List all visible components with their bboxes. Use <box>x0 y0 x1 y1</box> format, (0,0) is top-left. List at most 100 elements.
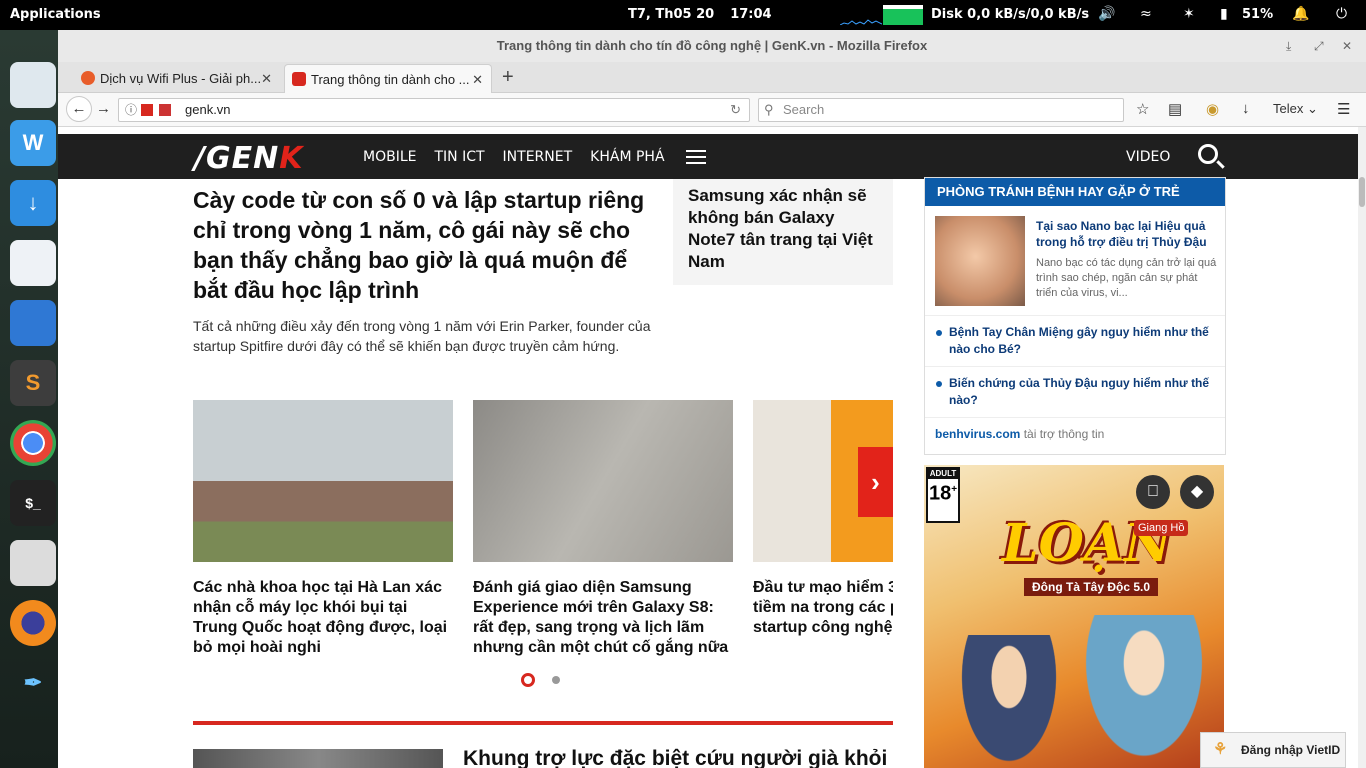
firefox-icon[interactable] <box>10 600 56 646</box>
close-tab-icon[interactable]: ✕ <box>472 65 483 93</box>
age-number: 18 <box>928 482 952 505</box>
main-nav: MOBILE TIN ICT INTERNET KHÁM PHÁ <box>363 149 683 165</box>
battery-icon[interactable]: ▮ <box>1220 6 1228 22</box>
sponsored-header: PHÒNG TRÁNH BỆNH HAY GẶP Ở TRẺ <box>925 178 1225 206</box>
addon-icon[interactable]: ◉ <box>1206 100 1219 118</box>
page-scrollbar[interactable] <box>1358 127 1366 768</box>
info-icon[interactable]: ⓘ <box>125 99 137 121</box>
page-viewport: /GENK MOBILE TIN ICT INTERNET KHÁM PHÁ V… <box>58 127 1366 768</box>
favicon-icon <box>292 72 306 86</box>
site-search-icon[interactable] <box>1198 144 1218 164</box>
apple-store-icon[interactable]:  <box>1136 475 1170 509</box>
side-article-title: Samsung xác nhận sẽ không bán Galaxy Not… <box>688 186 873 271</box>
baby-image <box>935 216 1025 306</box>
tracking-blocked-icon[interactable] <box>141 104 153 116</box>
download-manager-icon[interactable]: ↓ <box>10 180 56 226</box>
sponsored-featured[interactable]: Tại sao Nano bạc lại Hiệu quả trong hỗ t… <box>925 206 1225 316</box>
color-picker-icon[interactable]: ✒ <box>10 660 56 706</box>
bottom-article-image[interactable] <box>193 749 443 768</box>
nav-internet[interactable]: INTERNET <box>503 149 573 165</box>
back-icon[interactable]: ← <box>66 96 92 122</box>
hero-lady-image <box>1074 615 1214 768</box>
minimize-icon[interactable]: ⤓ <box>1286 30 1291 62</box>
scrollbar-thumb[interactable] <box>1359 177 1365 207</box>
bookmark-star-icon[interactable]: ☆ <box>1136 100 1149 118</box>
dock: W ↓ S $_ ✒ <box>0 30 58 768</box>
sublime-text-icon[interactable]: S <box>10 360 56 406</box>
tab-genk[interactable]: Trang thông tin dành cho ... ✕ <box>284 64 492 93</box>
carousel-card[interactable]: Các nhà khoa học tại Hà Lan xác nhận cỗ … <box>193 400 453 658</box>
reload-icon[interactable]: ↻ <box>730 99 741 121</box>
tab-wifi-plus[interactable]: Dịch vụ Wifi Plus - Giải ph... ✕ <box>74 64 280 93</box>
vietid-login-button[interactable]: Đăng nhập VietID <box>1200 732 1346 768</box>
volume-icon[interactable]: 🔊 <box>1098 6 1115 22</box>
site-header: /GENK MOBILE TIN ICT INTERNET KHÁM PHÁ V… <box>58 134 1358 179</box>
sponsored-footer: benhvirus.com tài trợ thông tin <box>925 418 1225 450</box>
settings-toggle-icon[interactable] <box>10 240 56 286</box>
adult-label: ADULT <box>928 469 958 479</box>
window-titlebar[interactable]: Trang thông tin dành cho tín đồ công ngh… <box>58 30 1366 62</box>
url-bar[interactable]: ⓘ genk.vn ↻ <box>118 98 750 122</box>
terminal-icon[interactable]: $_ <box>10 480 56 526</box>
sponsored-featured-title: Tại sao Nano bạc lại Hiệu quả trong hỗ t… <box>1036 219 1207 249</box>
downloads-icon[interactable]: ↓ <box>1242 100 1250 117</box>
game-banner-ad[interactable]: ADULT 18+  ◆ LOẠN Giang Hồ Đông Tà Tây … <box>924 465 1224 768</box>
mixed-content-icon[interactable] <box>159 104 171 116</box>
window-title: Trang thông tin dành cho tín đồ công ngh… <box>496 38 928 53</box>
search-icon: ⚲ <box>764 102 774 117</box>
nav-video[interactable]: VIDEO <box>1126 149 1170 165</box>
writer-icon[interactable]: W <box>10 120 56 166</box>
sponsored-featured-desc: Nano bạc có tác dụng cản trở lại quá trì… <box>1036 257 1217 299</box>
carousel-card[interactable]: Đánh giá giao diện Samsung Experience mớ… <box>473 400 733 658</box>
age-rating-badge: ADULT 18+ <box>926 467 960 523</box>
wifi-icon[interactable]: ≈ <box>1140 6 1152 22</box>
calendar-icon[interactable] <box>10 62 56 108</box>
nav-tin-ict[interactable]: TIN ICT <box>434 149 484 165</box>
bluetooth-icon[interactable]: ✶ <box>1183 6 1195 22</box>
date-label: T7, Th05 20 <box>628 7 715 22</box>
new-tab-icon[interactable]: + <box>502 66 514 89</box>
carousel-dot-active[interactable] <box>521 673 535 687</box>
tab-label: Dịch vụ Wifi Plus - Giải ph... <box>100 71 262 86</box>
network-graph-icon <box>840 19 882 25</box>
applications-menu[interactable]: Applications <box>10 7 101 22</box>
game-subtitle: Đông Tà Tây Độc 5.0 <box>1024 578 1159 596</box>
workspace-icon[interactable] <box>10 300 56 346</box>
side-article-card[interactable]: Samsung xác nhận sẽ không bán Galaxy Not… <box>673 179 893 285</box>
nav-mobile[interactable]: MOBILE <box>363 149 416 165</box>
lead-article-title[interactable]: Cày code từ con số 0 và lập startup riên… <box>193 185 653 305</box>
genk-logo[interactable]: /GENK <box>194 141 303 176</box>
vietid-label: Đăng nhập VietID <box>1241 743 1341 757</box>
system-top-bar: Applications T7, Th05 20 17:04 Disk 0,0 k… <box>0 0 1366 30</box>
android-icon[interactable]: ◆ <box>1180 475 1214 509</box>
forward-icon[interactable]: → <box>96 100 111 117</box>
sponsored-link[interactable]: Biến chứng của Thủy Đậu nguy hiểm như th… <box>925 367 1225 418</box>
disk-indicator: Disk 0,0 kB/s/0,0 kB/s <box>931 7 1090 22</box>
restore-icon[interactable]: ⤢ <box>1314 30 1324 62</box>
power-icon[interactable]: ⏻ <box>1336 6 1347 22</box>
time-label: 17:04 <box>730 7 772 22</box>
site-menu-icon[interactable] <box>686 150 706 164</box>
card-title: Các nhà khoa học tại Hà Lan xác nhận cỗ … <box>193 579 448 656</box>
bottom-article-title[interactable]: Khung trợ lực đặc biệt cứu người già khỏ… <box>463 747 887 768</box>
home-folder-icon[interactable] <box>10 540 56 586</box>
sponsor-domain[interactable]: benhvirus.com <box>935 427 1020 441</box>
menu-hamburger-icon[interactable]: ☰ <box>1337 100 1350 118</box>
input-method-selector[interactable]: Telex ⌄ <box>1273 101 1318 117</box>
sponsor-text: tài trợ thông tin <box>1023 427 1105 441</box>
firefox-window: Trang thông tin dành cho tín đồ công ngh… <box>58 30 1366 768</box>
carousel-next-icon[interactable]: › <box>858 447 893 517</box>
carousel-card[interactable]: Đầu tư mạo hiểm 3 Offering và tiềm na tr… <box>753 400 893 638</box>
sponsored-link[interactable]: Bệnh Tay Chân Miệng gây nguy hiểm như th… <box>925 316 1225 367</box>
nav-kham-pha[interactable]: KHÁM PHÁ <box>590 149 664 165</box>
carousel-dot[interactable] <box>552 676 560 684</box>
close-tab-icon[interactable]: ✕ <box>261 64 272 93</box>
close-window-icon[interactable]: ✕ <box>1342 30 1352 62</box>
search-input[interactable]: ⚲ Search <box>758 98 1124 122</box>
cpu-meter-icon <box>883 5 923 25</box>
reading-list-icon[interactable]: ▤ <box>1168 100 1182 118</box>
chrome-icon[interactable] <box>10 420 56 466</box>
url-text: genk.vn <box>185 102 231 117</box>
notification-icon[interactable]: 🔔 <box>1292 6 1309 22</box>
clock[interactable]: T7, Th05 20 17:04 <box>628 7 772 22</box>
